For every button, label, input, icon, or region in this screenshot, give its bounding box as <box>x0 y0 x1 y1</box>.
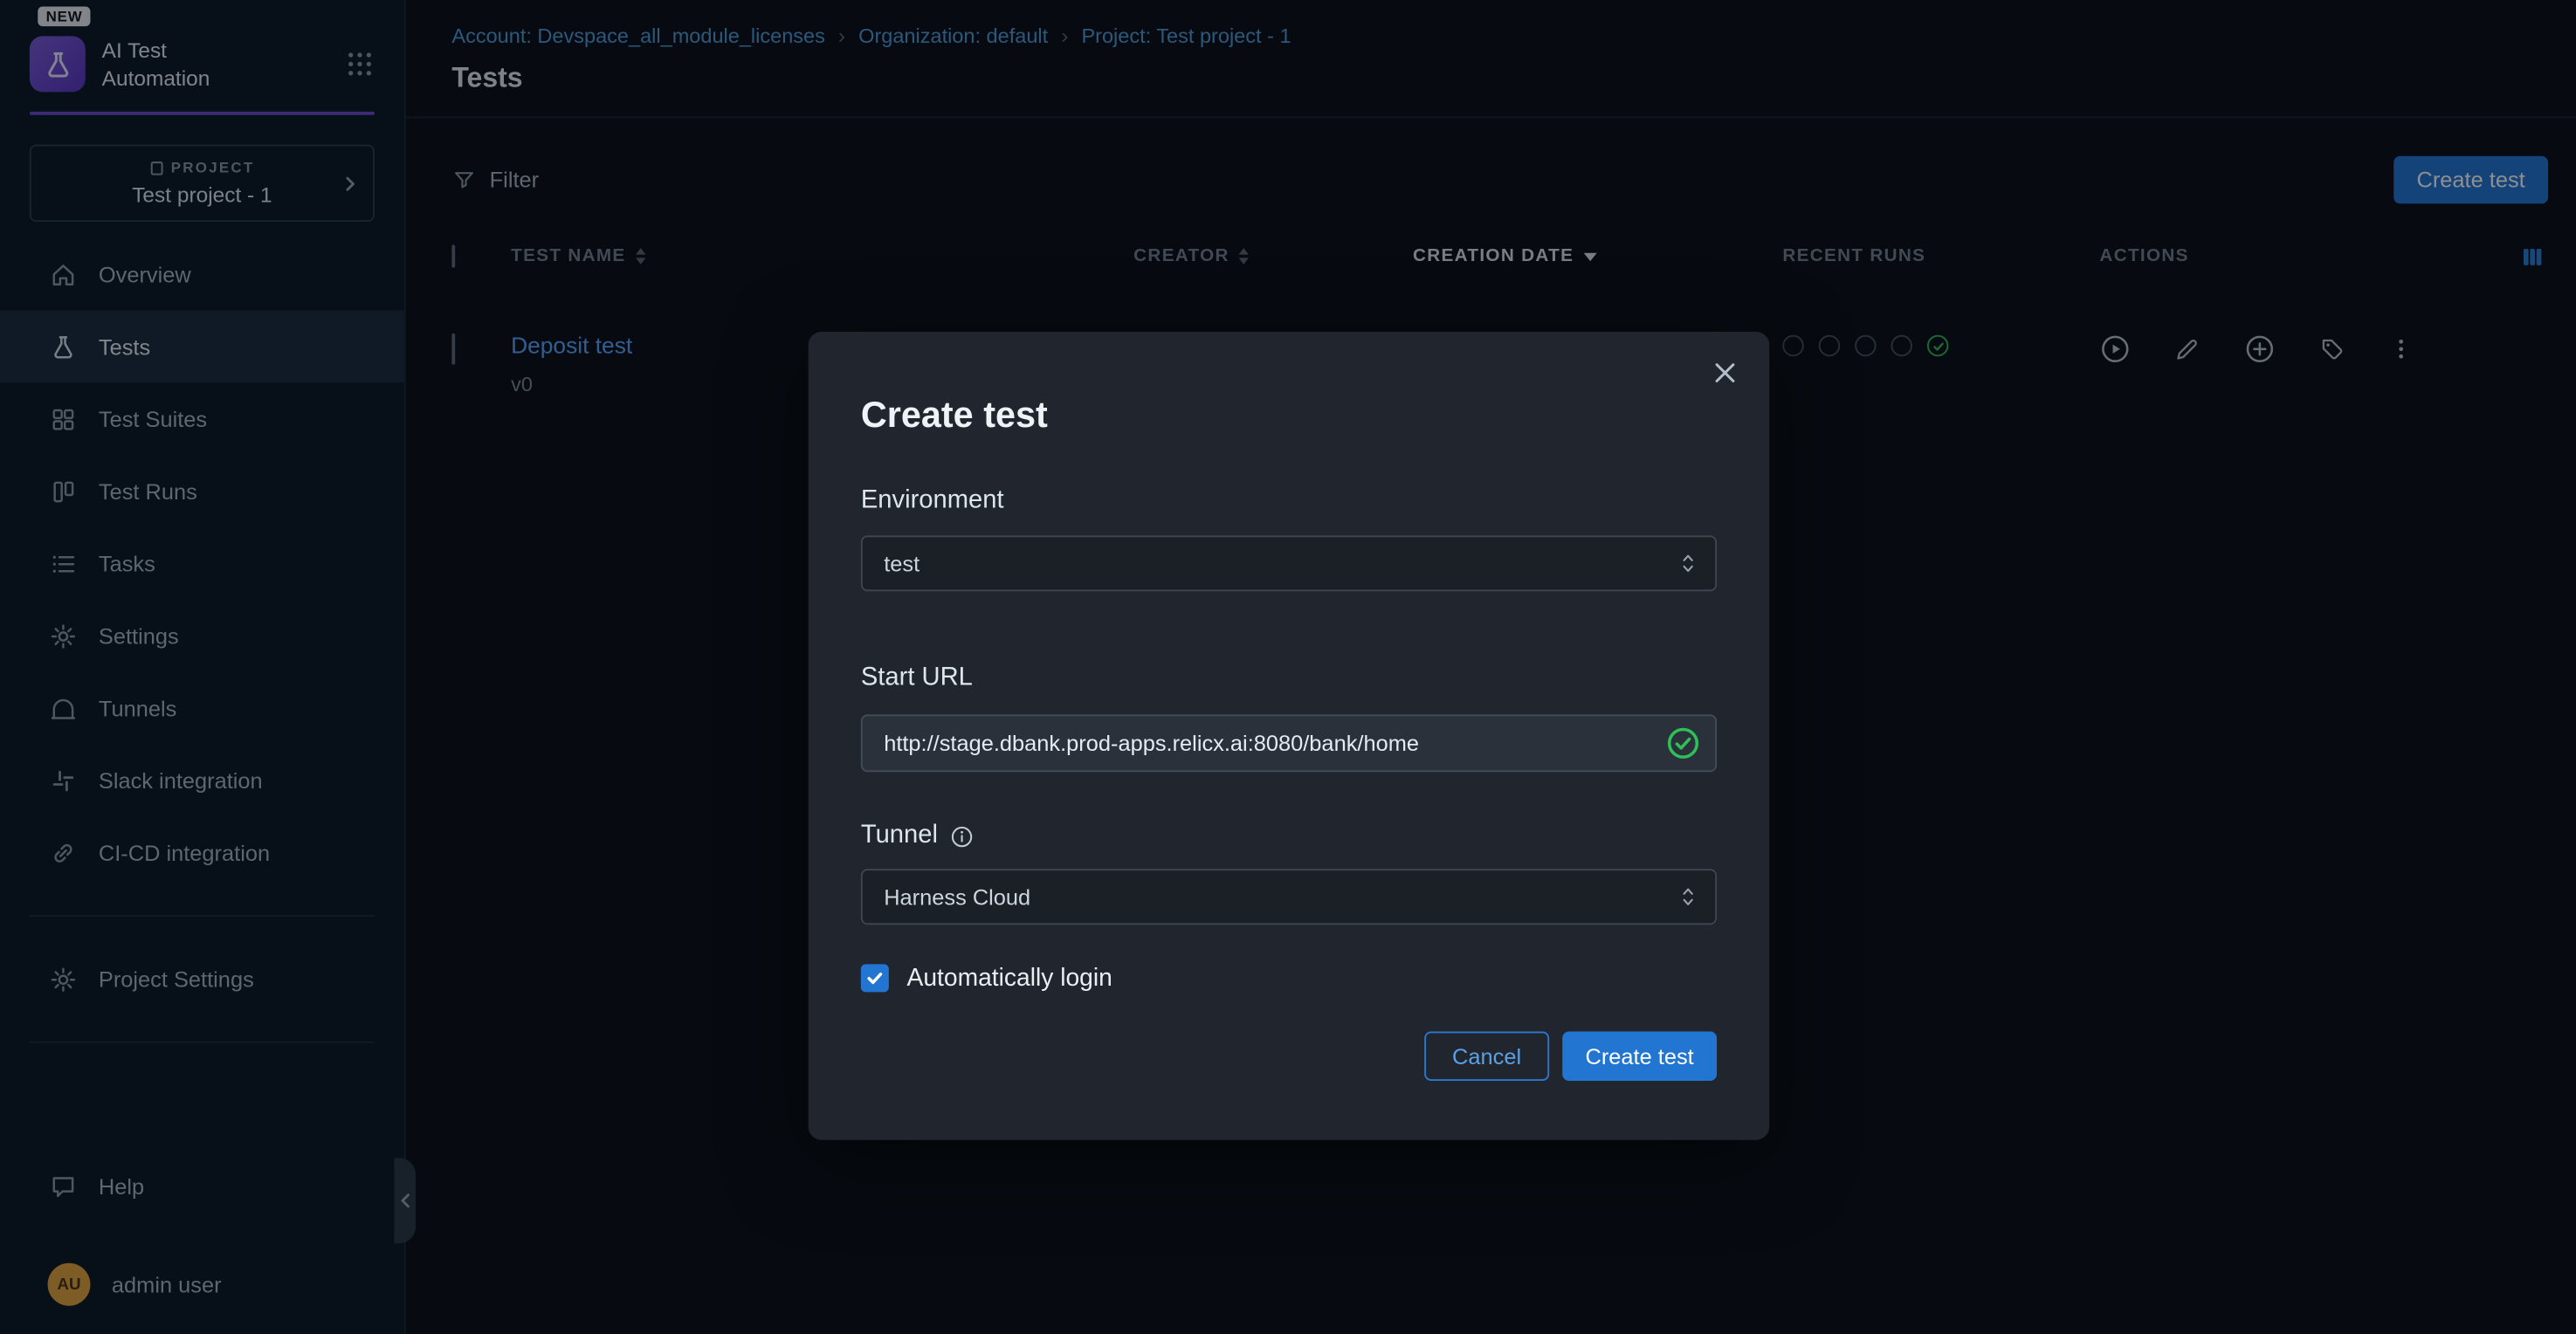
select-chevrons-icon <box>1679 884 1698 909</box>
close-icon[interactable] <box>1711 358 1740 388</box>
auto-login-checkbox-row[interactable]: Automatically login <box>861 964 1717 992</box>
auto-login-label: Automatically login <box>907 964 1112 992</box>
create-test-modal: Create test Environment test Start URL h… <box>809 332 1770 1140</box>
start-url-input[interactable]: http://stage.dbank.prod-apps.relicx.ai:8… <box>861 714 1717 772</box>
start-url-label: Start URL <box>861 664 1717 693</box>
modal-actions: Cancel Create test <box>861 1032 1717 1081</box>
app-root: NEW AI Test Automation <box>0 0 2576 1334</box>
environment-select[interactable]: test <box>861 535 1717 591</box>
url-valid-check-icon <box>1666 726 1701 761</box>
modal-create-test-button[interactable]: Create test <box>1562 1032 1717 1081</box>
environment-label: Environment <box>861 486 1717 516</box>
start-url-value: http://stage.dbank.prod-apps.relicx.ai:8… <box>884 731 1419 755</box>
tunnel-label: Tunnel <box>861 822 1717 851</box>
auto-login-checkbox[interactable] <box>861 964 889 992</box>
select-chevrons-icon <box>1679 551 1698 575</box>
cancel-button[interactable]: Cancel <box>1424 1032 1549 1081</box>
info-icon[interactable] <box>949 824 974 849</box>
tunnel-selected-value: Harness Cloud <box>884 884 1030 909</box>
tunnel-select[interactable]: Harness Cloud <box>861 869 1717 925</box>
modal-title: Create test <box>861 395 1717 437</box>
environment-selected-value: test <box>884 551 920 575</box>
